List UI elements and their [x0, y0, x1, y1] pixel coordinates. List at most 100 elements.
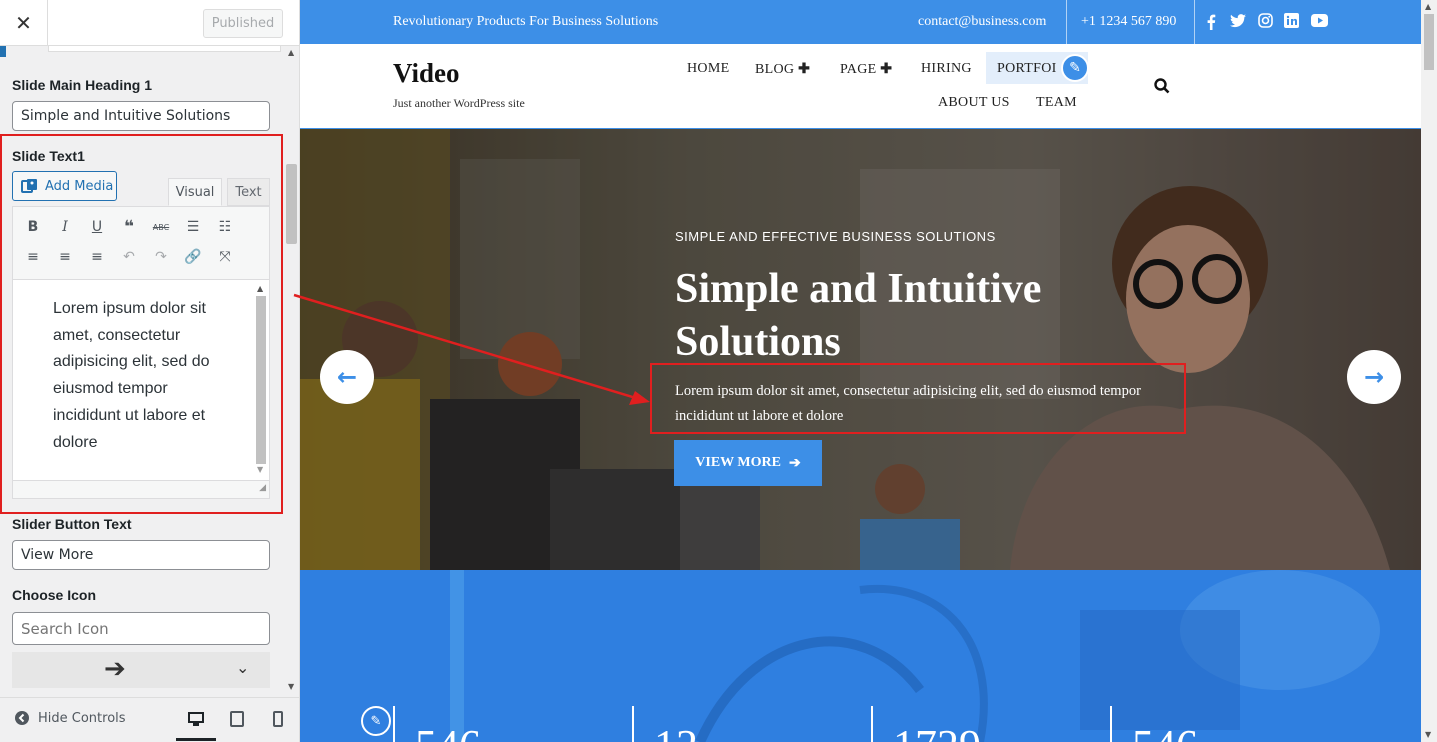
nav-blog[interactable]: BLOG ✚	[755, 61, 810, 78]
nav-page-label: PAGE	[840, 62, 877, 77]
nav-home[interactable]: HOME	[687, 61, 729, 77]
button-text-input[interactable]: View More	[12, 540, 270, 570]
strikethrough-icon[interactable]: ABC	[150, 216, 172, 238]
mobile-preview-icon[interactable]	[269, 710, 287, 728]
close-customizer-button[interactable]: ✕	[0, 0, 48, 46]
arrow-right-icon: →	[1363, 363, 1385, 391]
nav-team[interactable]: TEAM	[1036, 95, 1077, 111]
underline-icon[interactable]: U	[86, 216, 108, 238]
add-media-button[interactable]: Add Media	[12, 171, 117, 201]
site-preview: Revolutionary Products For Business Solu…	[300, 0, 1421, 742]
search-icon[interactable]	[1154, 78, 1170, 94]
desktop-preview-icon[interactable]	[187, 710, 205, 728]
heading-input[interactable]: Simple and Intuitive Solutions	[12, 101, 270, 131]
site-header: Video Just another WordPress site HOME B…	[300, 44, 1421, 129]
panel-scroll-thumb[interactable]	[286, 164, 297, 244]
topbar-tagline: Revolutionary Products For Business Solu…	[393, 14, 659, 29]
heading-label: Slide Main Heading 1	[12, 77, 153, 93]
twitter-icon[interactable]	[1230, 14, 1246, 28]
panel-scroll-down-icon[interactable]: ▼	[288, 682, 294, 691]
page-scrollbar[interactable]: ▲ ▼	[1421, 0, 1437, 742]
fullscreen-icon[interactable]: ⤧	[214, 246, 236, 268]
hero-title: Simple and Intuitive Solutions	[675, 266, 1042, 365]
nav-blog-label: BLOG	[755, 62, 795, 77]
editor-area[interactable]: Lorem ipsum dolor sit amet, consectetur …	[12, 279, 270, 481]
scroll-up-icon[interactable]: ▲	[257, 284, 263, 293]
stat-value: 12	[654, 720, 698, 742]
tab-text[interactable]: Text	[227, 178, 270, 206]
view-more-button[interactable]: VIEW MORE ➔	[674, 440, 822, 486]
panel-scroll-up-icon[interactable]: ▲	[288, 48, 294, 57]
customizer-panel: ✕ Published Slide Main Heading 1 Simple …	[0, 0, 300, 742]
facebook-icon[interactable]	[1206, 14, 1216, 30]
editor-content[interactable]: Lorem ipsum dolor sit amet, consectetur …	[53, 296, 223, 456]
panel-scrollbar[interactable]: ▲ ▼	[284, 46, 298, 696]
top-bar: Revolutionary Products For Business Solu…	[300, 0, 1421, 44]
editor-resize-bar[interactable]: ◢	[12, 481, 270, 499]
customizer-header: ✕ Published	[0, 0, 299, 46]
topbar-email[interactable]: contact@business.com	[918, 14, 1046, 30]
stat-value: 546	[1132, 720, 1198, 742]
site-logo[interactable]: Video	[393, 58, 460, 89]
add-media-label: Add Media	[45, 178, 114, 194]
editor-scrollbar[interactable]: ▲ ▼	[255, 284, 267, 474]
align-right-icon[interactable]: ≡	[86, 246, 108, 268]
stats-background-image	[300, 570, 1421, 742]
publish-button[interactable]: Published	[203, 9, 283, 38]
hero-kicker: SIMPLE AND EFFECTIVE BUSINESS SOLUTIONS	[675, 229, 996, 244]
tablet-preview-icon[interactable]	[228, 710, 246, 728]
active-device-indicator	[176, 738, 216, 741]
nav-about[interactable]: ABOUT US	[938, 95, 1010, 111]
numbered-list-icon[interactable]: ☷	[214, 216, 236, 238]
icon-picker-row[interactable]: ➔ ⌄	[12, 652, 270, 688]
italic-icon[interactable]: I	[54, 216, 76, 238]
resize-handle-icon[interactable]: ◢	[259, 483, 266, 493]
bullet-list-icon[interactable]: ☰	[182, 216, 204, 238]
highlight-box-hero-text	[650, 363, 1186, 434]
page-scroll-down-icon[interactable]: ▼	[1425, 730, 1431, 739]
slide-text-label: Slide Text1	[12, 148, 85, 164]
plus-icon: ✚	[880, 62, 893, 77]
redo-icon[interactable]: ↷	[150, 246, 172, 268]
edit-shortcut-icon[interactable]: ✎	[361, 706, 391, 736]
search-icon-input[interactable]	[12, 612, 270, 645]
align-center-icon[interactable]: ≡	[54, 246, 76, 268]
customizer-footer: Hide Controls	[0, 697, 299, 742]
link-icon[interactable]: 🔗	[182, 246, 204, 268]
arrow-right-icon: ➔	[788, 455, 801, 471]
stat-divider	[393, 706, 395, 742]
scroll-down-icon[interactable]: ▼	[257, 465, 263, 474]
youtube-icon[interactable]	[1311, 14, 1328, 27]
hide-controls-button[interactable]: Hide Controls	[14, 710, 126, 726]
hero-slider: SIMPLE AND EFFECTIVE BUSINESS SOLUTIONS …	[300, 129, 1421, 570]
site-tagline: Just another WordPress site	[393, 96, 525, 110]
button-text-label: Slider Button Text	[12, 516, 132, 532]
topbar-phone[interactable]: +1 1234 567 890	[1081, 14, 1176, 30]
blockquote-icon[interactable]: ❝	[118, 216, 140, 238]
edit-shortcut-icon[interactable]: ✎	[1061, 54, 1089, 82]
tab-visual[interactable]: Visual	[168, 178, 222, 206]
editor-scroll-thumb[interactable]	[256, 296, 266, 464]
slider-next-button[interactable]: →	[1347, 350, 1401, 404]
plus-icon: ✚	[798, 62, 811, 77]
chevron-down-icon[interactable]: ⌄	[236, 658, 249, 677]
close-icon: ✕	[15, 11, 32, 35]
undo-icon[interactable]: ↶	[118, 246, 140, 268]
linkedin-icon[interactable]	[1284, 13, 1299, 28]
nav-portfolio[interactable]: PORTFOI	[997, 61, 1057, 77]
page-scroll-thumb[interactable]	[1424, 14, 1434, 70]
nav-hiring[interactable]: HIRING	[921, 61, 972, 77]
hide-controls-icon	[15, 711, 29, 725]
align-left-icon[interactable]: ≡	[22, 246, 44, 268]
slider-prev-button[interactable]: ←	[320, 350, 374, 404]
stat-value: 1729	[893, 720, 981, 742]
stat-divider	[1110, 706, 1112, 742]
bold-icon[interactable]: B	[22, 216, 44, 238]
arrow-left-icon: ←	[336, 363, 358, 391]
media-icon	[21, 179, 37, 193]
instagram-icon[interactable]	[1258, 13, 1273, 28]
stat-divider	[632, 706, 634, 742]
page-scroll-up-icon[interactable]: ▲	[1425, 2, 1431, 11]
view-more-label: VIEW MORE	[695, 455, 781, 470]
nav-page[interactable]: PAGE ✚	[840, 61, 892, 78]
